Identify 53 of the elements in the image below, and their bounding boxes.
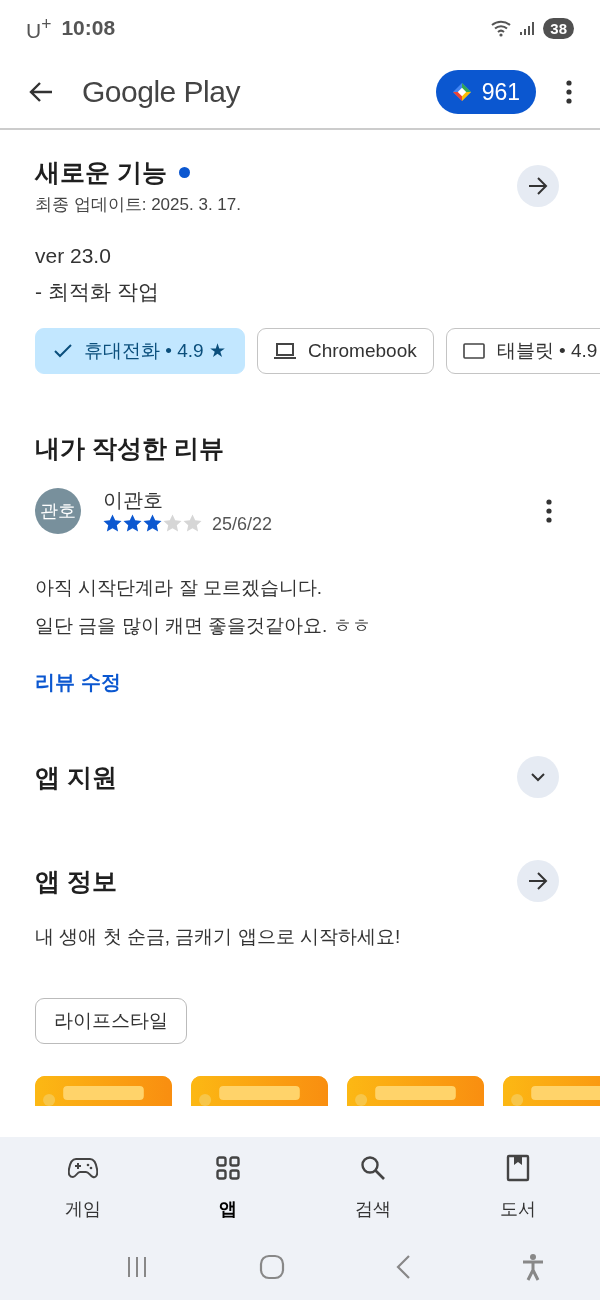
arrow-icon — [528, 872, 548, 890]
nav-tab[interactable]: 도서 — [472, 1137, 563, 1233]
accessibility-icon[interactable] — [521, 1252, 545, 1281]
section-title: 앱 정보 — [35, 865, 117, 897]
reviewer-name: 이관호 — [103, 488, 164, 513]
review-text: 아직 시작단계라 잘 모르겠습니다. — [35, 576, 324, 600]
device-chip[interactable]: 휴대전화 • 4.9 ★ — [35, 328, 245, 374]
nav-tab[interactable]: 앱 — [182, 1137, 273, 1233]
back-icon[interactable] — [28, 81, 54, 103]
gamepad-icon — [67, 1157, 98, 1179]
expand-button[interactable] — [517, 756, 559, 798]
points-button[interactable]: 961 — [435, 70, 536, 114]
release-note: ver 23.0 — [35, 244, 112, 268]
section-title: 새로운 기능 — [35, 157, 167, 188]
section-title: 내가 작성한 리뷰 — [35, 433, 225, 464]
arrow-icon — [528, 177, 548, 195]
star-icon — [143, 514, 162, 532]
arrow-button[interactable] — [517, 165, 559, 207]
app-description: 내 생애 첫 순금, 금캐기 앱으로 시작하세요! — [35, 925, 402, 949]
apps-icon — [215, 1156, 240, 1180]
device-chip[interactable]: Chromebook — [256, 328, 434, 374]
release-note: - 최적화 작업 — [35, 279, 160, 305]
tablet-icon — [462, 343, 485, 359]
avatar: 관호 — [35, 488, 81, 534]
star-icon — [123, 514, 142, 532]
review-date: 25/6/22 — [212, 514, 273, 535]
star-icon — [163, 514, 182, 532]
nav-tab[interactable]: 게임 — [37, 1137, 128, 1233]
home-icon[interactable] — [259, 1253, 285, 1280]
section-title: 앱 지원 — [35, 761, 117, 793]
nav-tab[interactable]: 검색 — [327, 1137, 418, 1233]
clock: 10:08 — [61, 16, 116, 40]
battery-level: 38 — [543, 17, 574, 39]
category-tag[interactable]: 라이프스타일 — [35, 998, 187, 1044]
check-icon — [54, 344, 72, 358]
search-icon — [359, 1155, 386, 1181]
more-icon[interactable] — [566, 80, 572, 104]
device-chip[interactable]: 태블릿 • 4.9 — [445, 328, 600, 374]
update-date: 최종 업데이트: 2025. 3. 17. — [35, 194, 241, 216]
recent-apps-icon[interactable] — [125, 1254, 149, 1279]
review-text: 일단 금을 많이 캐면 좋을것같아요. ㅎㅎ — [35, 614, 372, 638]
diamond-icon — [451, 82, 472, 102]
carrier-name: U$^{+}$ — [26, 13, 52, 43]
app-title: Google Play — [82, 75, 240, 109]
edit-review-link[interactable]: 리뷰 수정 — [35, 669, 121, 696]
arrow-button[interactable] — [517, 860, 559, 902]
star-icon — [183, 514, 202, 532]
signal-icon — [519, 19, 536, 37]
star-icon — [103, 514, 122, 532]
laptop-icon — [273, 343, 296, 359]
more-icon[interactable] — [546, 499, 552, 523]
bookmark-book-icon — [505, 1154, 530, 1182]
chevron-down-icon — [530, 772, 546, 782]
